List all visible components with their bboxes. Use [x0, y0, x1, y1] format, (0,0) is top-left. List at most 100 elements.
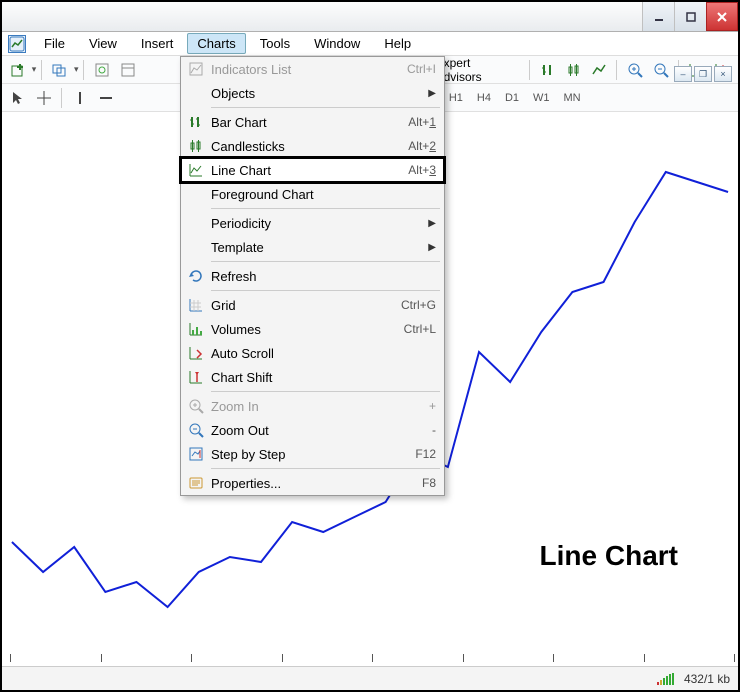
- menu-item-label: Volumes: [211, 322, 404, 337]
- autoscroll-icon: [181, 345, 211, 361]
- volumes-icon: [181, 321, 211, 337]
- connection-icon: [657, 673, 674, 685]
- menu-item-label: Periodicity: [211, 216, 428, 231]
- zoom-in-toolbar[interactable]: [623, 59, 647, 81]
- menu-item-properties[interactable]: Properties...F8: [181, 471, 444, 495]
- menu-item-foreground-chart[interactable]: Foreground Chart: [181, 182, 444, 206]
- menu-item-label: Indicators List: [211, 62, 407, 77]
- menu-item-shortcut: -: [432, 423, 436, 437]
- candle-chart-toolbar[interactable]: [562, 59, 586, 81]
- menu-item-shortcut: Ctrl+L: [404, 322, 436, 336]
- candlestick-icon: [181, 138, 211, 154]
- submenu-arrow-icon: ▶: [428, 242, 436, 253]
- bar-chart-toolbar[interactable]: [536, 59, 560, 81]
- minimize-button[interactable]: [642, 2, 674, 31]
- line-chart-toolbar[interactable]: [587, 59, 611, 81]
- status-text: 432/1 kb: [684, 672, 730, 686]
- menu-item-template[interactable]: Template▶: [181, 235, 444, 259]
- menu-item-shortcut: F8: [422, 476, 436, 490]
- menu-item-objects[interactable]: Objects▶: [181, 81, 444, 105]
- submenu-arrow-icon: ▶: [428, 218, 436, 229]
- menu-item-candlesticks[interactable]: CandlesticksAlt+2: [181, 134, 444, 158]
- menu-item-shortcut: Ctrl+I: [407, 62, 436, 76]
- zoom-out-toolbar[interactable]: [649, 59, 673, 81]
- menu-item-shortcut: Ctrl+G: [401, 298, 436, 312]
- menu-item-label: Auto Scroll: [211, 346, 436, 361]
- window-title-bar: [2, 2, 738, 32]
- bar-chart-icon: [181, 114, 211, 130]
- zoom-in-icon: [181, 398, 211, 414]
- menu-item-label: Foreground Chart: [211, 187, 436, 202]
- properties-icon: [181, 475, 211, 491]
- market-watch-button[interactable]: [90, 59, 114, 81]
- menu-item-chart-shift[interactable]: Chart Shift: [181, 365, 444, 389]
- menu-item-shortcut: +: [429, 399, 436, 413]
- menu-item-zoom-in: Zoom In+: [181, 394, 444, 418]
- menu-item-label: Step by Step: [211, 447, 415, 462]
- menu-item-shortcut: Alt+2: [408, 139, 436, 153]
- line-chart-icon: [181, 162, 211, 178]
- menu-item-shortcut: Alt+1: [408, 115, 436, 129]
- menu-item-label: Zoom In: [211, 399, 429, 414]
- menu-item-grid[interactable]: GridCtrl+G: [181, 293, 444, 317]
- indicators-icon: [181, 61, 211, 77]
- refresh-icon: [181, 268, 211, 284]
- menu-item-label: Line Chart: [211, 163, 408, 178]
- profiles-button[interactable]: [48, 59, 72, 81]
- menu-item-auto-scroll[interactable]: Auto Scroll: [181, 341, 444, 365]
- menu-item-label: Candlesticks: [211, 139, 408, 154]
- mdi-minimize[interactable]: –: [674, 66, 692, 82]
- chart-annotation: Line Chart: [540, 540, 678, 572]
- cursor-tool[interactable]: [6, 87, 30, 109]
- menu-file[interactable]: File: [34, 33, 75, 54]
- menu-item-shortcut: F12: [415, 447, 436, 461]
- menu-item-label: Zoom Out: [211, 423, 432, 438]
- menu-insert[interactable]: Insert: [131, 33, 184, 54]
- tf-w1[interactable]: W1: [527, 89, 556, 107]
- menu-item-label: Refresh: [211, 269, 436, 284]
- app-icon: [8, 35, 26, 53]
- menu-item-label: Properties...: [211, 476, 422, 491]
- maximize-button[interactable]: [674, 2, 706, 31]
- menu-item-shortcut: Alt+3: [408, 163, 436, 177]
- menu-item-line-chart[interactable]: Line ChartAlt+3: [181, 158, 444, 182]
- mdi-close[interactable]: ×: [714, 66, 732, 82]
- hline-tool[interactable]: [94, 87, 118, 109]
- menu-item-zoom-out[interactable]: Zoom Out-: [181, 418, 444, 442]
- charts-dropdown: Indicators ListCtrl+IObjects▶Bar ChartAl…: [180, 56, 445, 496]
- submenu-arrow-icon: ▶: [428, 88, 436, 99]
- chartshift-icon: [181, 369, 211, 385]
- menu-item-label: Template: [211, 240, 428, 255]
- menu-help[interactable]: Help: [374, 33, 421, 54]
- menu-item-label: Bar Chart: [211, 115, 408, 130]
- tf-h4[interactable]: H4: [471, 89, 497, 107]
- x-axis-ticks: [2, 650, 738, 662]
- menu-item-label: Objects: [211, 86, 428, 101]
- vline-tool[interactable]: [68, 87, 92, 109]
- menu-item-label: Grid: [211, 298, 401, 313]
- data-window-button[interactable]: [116, 59, 140, 81]
- close-button[interactable]: [706, 2, 738, 31]
- new-chart-button[interactable]: [6, 59, 30, 81]
- menu-item-refresh[interactable]: Refresh: [181, 264, 444, 288]
- mdi-controls: – ❐ ×: [674, 66, 732, 82]
- tf-h1[interactable]: H1: [443, 89, 469, 107]
- menu-bar: File View Insert Charts Tools Window Hel…: [2, 32, 738, 56]
- menu-item-volumes[interactable]: VolumesCtrl+L: [181, 317, 444, 341]
- menu-item-periodicity[interactable]: Periodicity▶: [181, 211, 444, 235]
- tf-d1[interactable]: D1: [499, 89, 525, 107]
- menu-tools[interactable]: Tools: [250, 33, 300, 54]
- mdi-restore[interactable]: ❐: [694, 66, 712, 82]
- status-bar: 432/1 kb: [2, 666, 738, 690]
- menu-item-bar-chart[interactable]: Bar ChartAlt+1: [181, 110, 444, 134]
- menu-item-indicators-list: Indicators ListCtrl+I: [181, 57, 444, 81]
- tf-mn[interactable]: MN: [558, 89, 587, 107]
- menu-item-label: Chart Shift: [211, 370, 436, 385]
- menu-view[interactable]: View: [79, 33, 127, 54]
- menu-item-step-by-step[interactable]: Step by StepF12: [181, 442, 444, 466]
- grid-icon: [181, 297, 211, 313]
- menu-charts[interactable]: Charts: [187, 33, 245, 54]
- menu-window[interactable]: Window: [304, 33, 370, 54]
- zoom-out-icon: [181, 422, 211, 438]
- crosshair-tool[interactable]: [32, 87, 56, 109]
